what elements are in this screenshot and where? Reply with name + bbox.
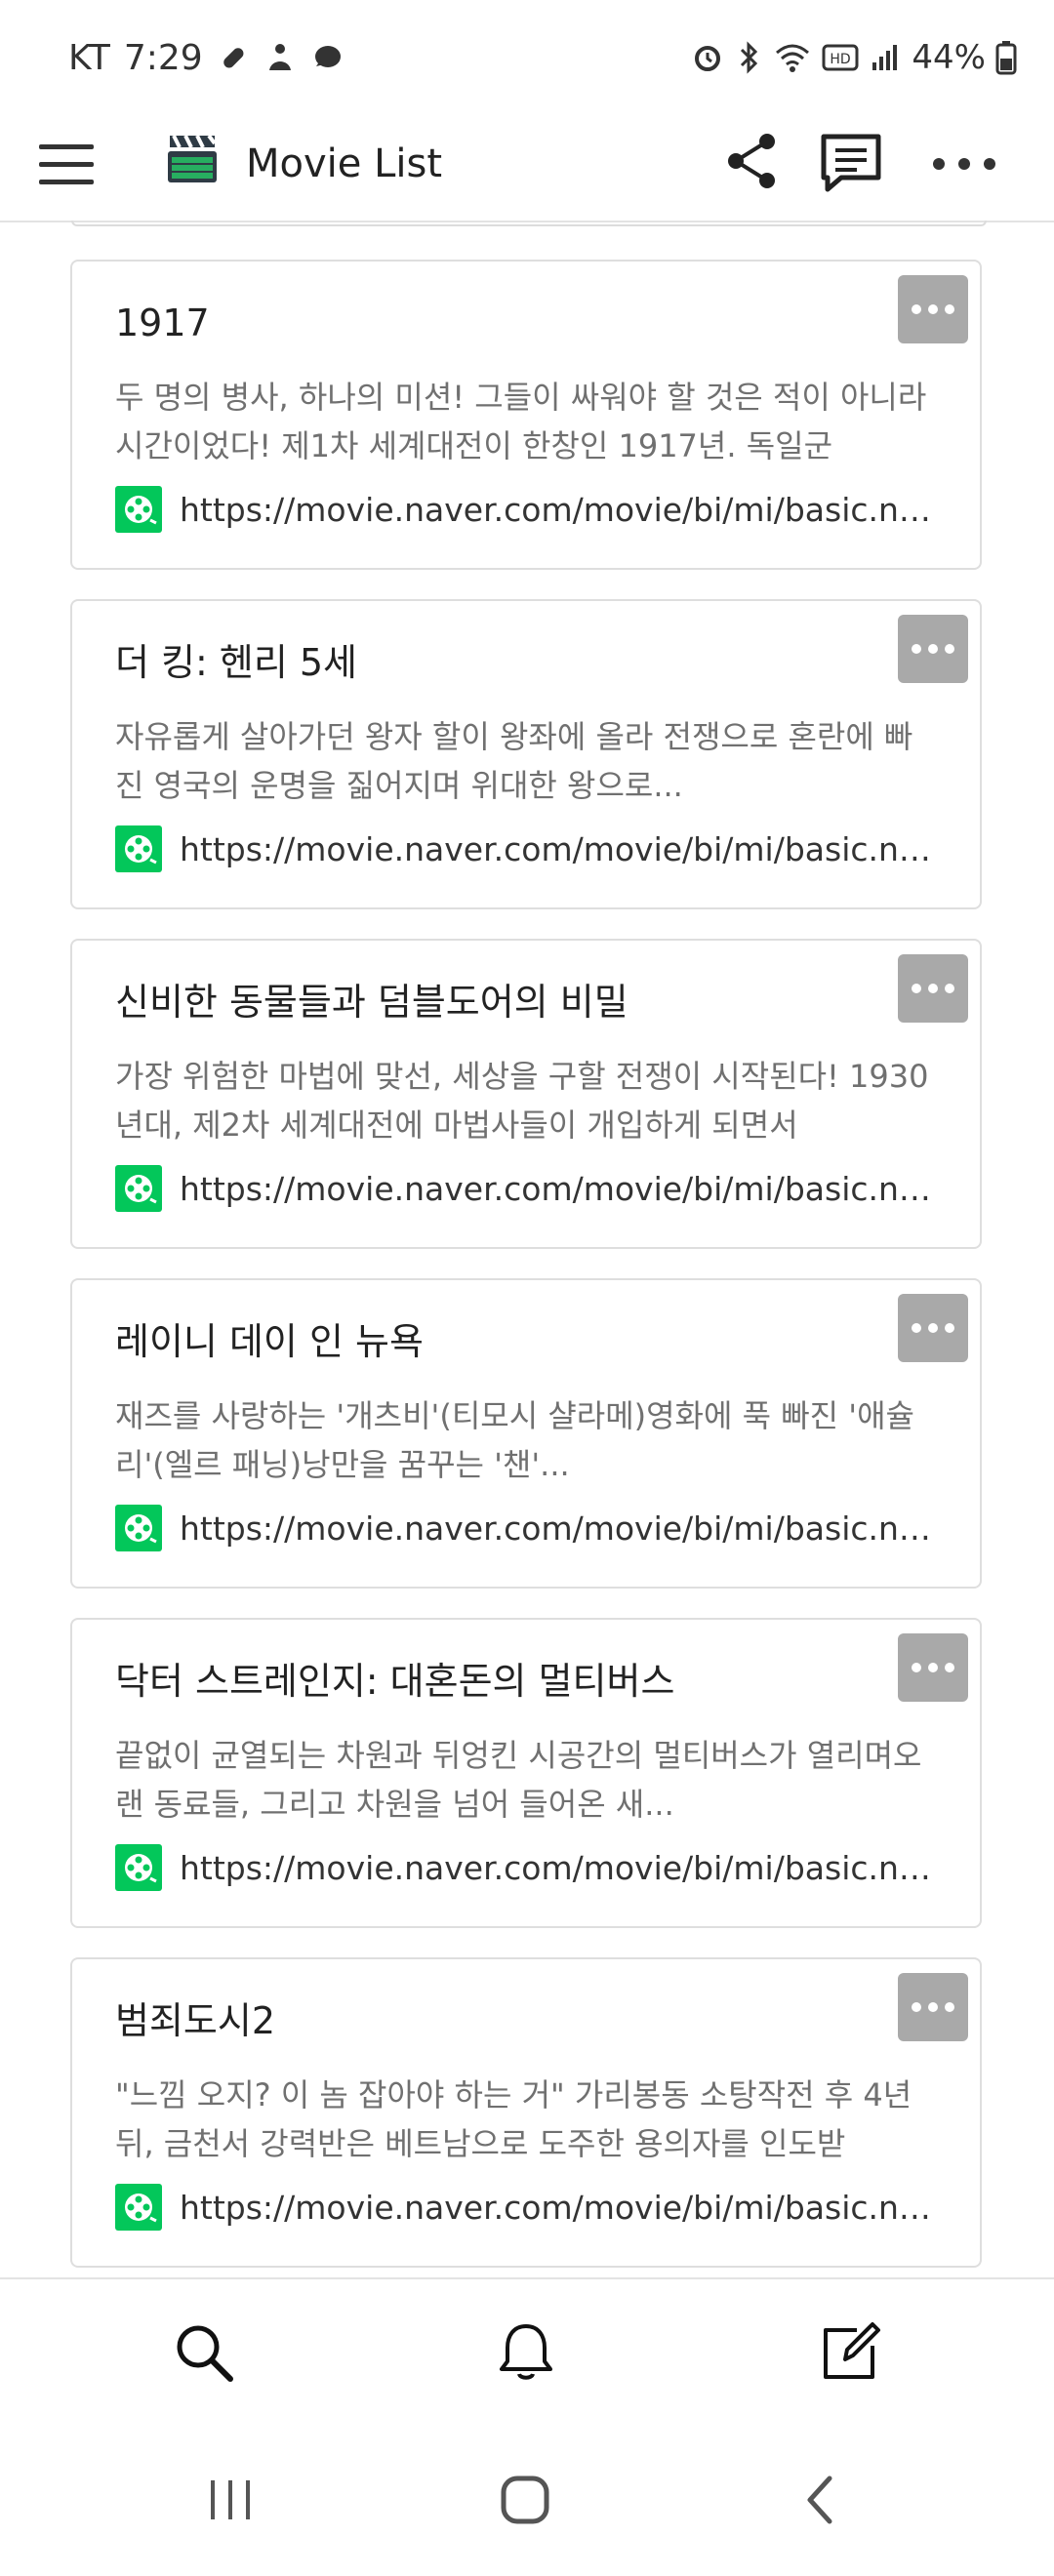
movie-link-text[interactable]: https://movie.naver.com/movie/bi/mi/basi…: [180, 2189, 941, 2227]
chat-bubble-icon: [314, 46, 341, 67]
movie-link[interactable]: https://movie.naver.com/movie/bi/mi/basi…: [115, 1163, 954, 1214]
movie-link-text[interactable]: https://movie.naver.com/movie/bi/mi/basi…: [180, 830, 941, 868]
clapperboard-icon: [168, 134, 217, 182]
status-bar: KT 7:29 HD 44%: [0, 0, 1054, 107]
home-icon[interactable]: [496, 2471, 554, 2529]
movie-card[interactable]: 더 킹: 헨리 5세 자유롭게 살아가던 왕자 할이 왕좌에 올라 전쟁으로 혼…: [70, 599, 982, 909]
movie-description: 가장 위험한 마법에 맞선, 세상을 구할 전쟁이 시작된다! 1930년대, …: [115, 1058, 929, 1144]
more-dots-icon: [912, 1323, 954, 1333]
naver-movie-icon: [115, 1844, 162, 1891]
wifi-icon: [776, 44, 810, 72]
movie-card[interactable]: 1917 두 명의 병사, 하나의 미션! 그들이 싸워야 할 것은 적이 아니…: [70, 260, 982, 570]
movie-description: 끝없이 균열되는 차원과 뒤엉킨 시공간의 멀티버스가 열리며오랜 동료들, 그…: [115, 1737, 922, 1823]
movie-card[interactable]: 닥터 스트레인지: 대혼돈의 멀티버스 끝없이 균열되는 차원과 뒤엉킨 시공간…: [70, 1618, 982, 1928]
card-more-button[interactable]: [898, 1633, 968, 1702]
movie-link[interactable]: https://movie.naver.com/movie/bi/mi/basi…: [115, 484, 954, 535]
movie-link[interactable]: https://movie.naver.com/movie/bi/mi/basi…: [115, 1842, 954, 1893]
movie-title: 신비한 동물들과 덤블도어의 비밀: [115, 981, 628, 1024]
movie-card[interactable]: 신비한 동물들과 덤블도어의 비밀 가장 위험한 마법에 맞선, 세상을 구할 …: [70, 939, 982, 1249]
naver-movie-icon: [115, 1505, 162, 1551]
more-dots-icon: [912, 304, 954, 314]
edit-icon[interactable]: [818, 2320, 882, 2385]
movie-link[interactable]: https://movie.naver.com/movie/bi/mi/basi…: [115, 2182, 954, 2233]
naver-movie-icon: [115, 486, 162, 533]
movie-link-text[interactable]: https://movie.naver.com/movie/bi/mi/basi…: [180, 1849, 941, 1887]
comment-icon[interactable]: [816, 129, 886, 199]
movie-title: 닥터 스트레인지: 대혼돈의 멀티버스: [115, 1660, 675, 1703]
menu-icon[interactable]: [35, 133, 98, 195]
search-icon[interactable]: [172, 2320, 236, 2385]
movie-card[interactable]: 레이니 데이 인 뉴욕 재즈를 사랑하는 '개츠비'(티모시 샬라메)영화에 푹…: [70, 1278, 982, 1589]
movie-title: 레이니 데이 인 뉴욕: [115, 1320, 424, 1363]
movie-title: 범죄도시2: [115, 1999, 276, 2042]
clock: 7:29: [123, 37, 203, 78]
movie-description: 자유롭게 살아가던 왕자 할이 왕좌에 올라 전쟁으로 혼란에 빠진 영국의 운…: [115, 718, 913, 804]
movie-link[interactable]: https://movie.naver.com/movie/bi/mi/basi…: [115, 1503, 954, 1553]
movie-link-text[interactable]: https://movie.naver.com/movie/bi/mi/basi…: [180, 1170, 941, 1208]
movie-card[interactable]: 범죄도시2 "느낌 오지? 이 놈 잡아야 하는 거" 가리봉동 소탕작전 후 …: [70, 1957, 982, 2268]
back-icon[interactable]: [792, 2471, 851, 2529]
person-icon: [268, 44, 291, 70]
battery-percent: 44%: [912, 38, 986, 77]
bell-icon[interactable]: [494, 2320, 558, 2385]
movie-description: 재즈를 사랑하는 '개츠비'(티모시 샬라메)영화에 푹 빠진 '애슐리'(엘르…: [115, 1397, 914, 1483]
more-dots-icon: [912, 1663, 954, 1672]
movie-title: 더 킹: 헨리 5세: [115, 641, 358, 684]
card-more-button[interactable]: [898, 1973, 968, 2041]
movie-link-text[interactable]: https://movie.naver.com/movie/bi/mi/basi…: [180, 1509, 941, 1548]
movie-link-text[interactable]: https://movie.naver.com/movie/bi/mi/basi…: [180, 491, 941, 529]
card-more-button[interactable]: [898, 615, 968, 683]
more-dots-icon: [912, 644, 954, 654]
battery-icon: [995, 41, 1017, 75]
status-left: KT 7:29: [68, 33, 344, 82]
card-more-button[interactable]: [898, 954, 968, 1023]
naver-movie-icon: [115, 2184, 162, 2231]
previous-card-edge: [71, 221, 987, 226]
naver-movie-icon: [115, 825, 162, 872]
more-icon[interactable]: [929, 137, 999, 191]
movie-description: 두 명의 병사, 하나의 미션! 그들이 싸워야 할 것은 적이 아니라 시간이…: [115, 379, 927, 464]
naver-movie-icon: [115, 1165, 162, 1212]
movie-title: 1917: [115, 302, 210, 344]
movie-link[interactable]: https://movie.naver.com/movie/bi/mi/basi…: [115, 824, 954, 874]
pill-icon: [223, 48, 244, 68]
share-icon[interactable]: [720, 129, 785, 193]
carrier-label: KT: [68, 37, 110, 78]
app-bar: Movie List: [0, 107, 1054, 222]
recent-apps-icon[interactable]: [201, 2471, 260, 2529]
bluetooth-icon: [741, 41, 758, 74]
svg-text:HD: HD: [831, 52, 851, 67]
alarm-icon: [695, 46, 721, 71]
bottom-toolbar: [0, 2277, 1054, 2426]
movie-description: "느낌 오지? 이 놈 잡아야 하는 거" 가리봉동 소탕작전 후 4년 뒤, …: [115, 2076, 912, 2162]
system-navigation: [0, 2424, 1054, 2576]
card-more-button[interactable]: [898, 1294, 968, 1362]
hd-icon: HD: [822, 44, 859, 71]
status-right: HD 44%: [691, 33, 1017, 82]
card-more-button[interactable]: [898, 275, 968, 343]
page-title: Movie List: [246, 141, 443, 186]
movie-list[interactable]: 1917 두 명의 병사, 하나의 미션! 그들이 싸워야 할 것은 적이 아니…: [0, 221, 1054, 2277]
more-dots-icon: [912, 984, 954, 993]
signal-icon: [872, 45, 898, 70]
more-dots-icon: [912, 2002, 954, 2012]
